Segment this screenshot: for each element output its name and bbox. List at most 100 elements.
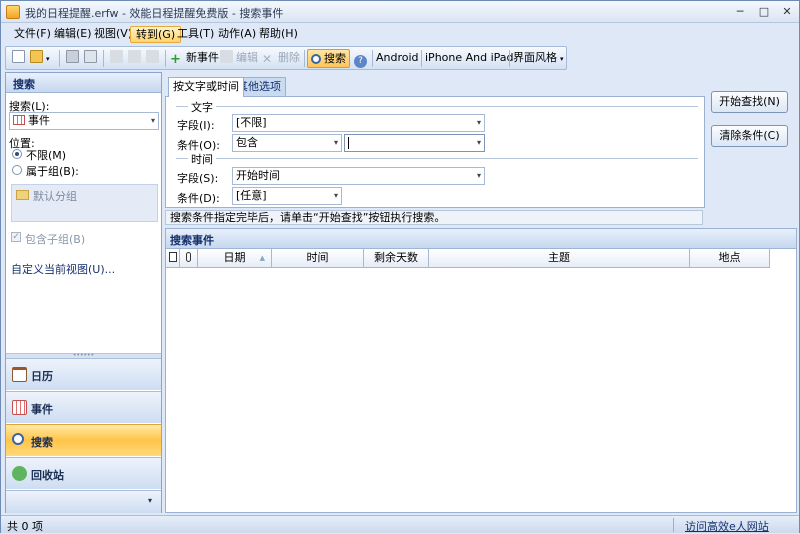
condition-text-input[interactable]: ▾ [344, 134, 485, 152]
minimize-button[interactable]: ─ [729, 4, 751, 20]
include-subgroup-label: 包含子组(B) [25, 233, 86, 246]
website-link[interactable]: 访问高效e人网站 [685, 518, 769, 534]
menu-help[interactable]: 帮助(H) [254, 26, 303, 43]
left-panel: 搜索 搜索(L): 事件 ▾ 位置: 不限(M) 属于组(B): 默认分组 ✓ 包… [5, 72, 162, 513]
toolbar-separator [421, 50, 422, 67]
document-icon [168, 252, 177, 262]
search-button[interactable]: 搜索 [307, 49, 350, 68]
print-button[interactable] [66, 49, 82, 68]
delete-button[interactable]: ✕ 删除 [262, 49, 300, 68]
calendar-icon [12, 367, 27, 382]
custom-view-link[interactable]: 自定义当前视图(U)... [11, 261, 115, 277]
column-date[interactable]: 日期 ▲ [198, 249, 272, 268]
pencil-icon [220, 50, 233, 63]
clear-criteria-button[interactable]: 清除条件(C) [711, 125, 788, 147]
column-attachment[interactable] [180, 249, 198, 268]
close-button[interactable]: ✕ [776, 4, 798, 20]
column-subject[interactable]: 主题 [429, 249, 690, 268]
field-select[interactable]: [不限] ▾ [232, 114, 485, 132]
help-button[interactable]: ? [354, 49, 370, 68]
sort-ascending-icon: ▲ [259, 254, 265, 262]
chevron-down-icon: ▾ [560, 55, 564, 63]
preview-icon [84, 50, 97, 63]
column-type-icon[interactable] [166, 249, 180, 268]
toolbar-separator [165, 50, 166, 67]
text-cursor [348, 137, 349, 149]
app-icon [6, 5, 20, 19]
results-title: 搜索事件 [166, 229, 796, 249]
folder-icon [16, 190, 29, 200]
radio-unlimited[interactable] [12, 149, 22, 159]
search-area: 按文字或时间 其他选项 文字 字段(I): [不限] ▾ 条件(O): 包含 ▾ ▾… [165, 72, 797, 513]
nav-recycle-bin[interactable]: 回收站 [6, 457, 161, 489]
item-count: 共 0 项 [7, 520, 43, 533]
radio-group[interactable] [12, 165, 22, 175]
printer-icon [66, 50, 79, 63]
grid-icon [13, 115, 25, 125]
time-section-title: 时间 [188, 151, 216, 167]
toolbar-separator [372, 50, 373, 67]
print-preview-button[interactable] [84, 49, 100, 68]
condition-select[interactable]: 包含 ▾ [232, 134, 342, 152]
left-panel-title: 搜索 [6, 73, 161, 93]
paste-button[interactable] [146, 49, 162, 68]
include-subgroup-checkbox[interactable]: ✓ [11, 232, 21, 242]
toolbar-separator [509, 50, 510, 67]
column-location[interactable]: 地点 [690, 249, 770, 268]
cut-button[interactable] [110, 49, 126, 68]
search-hint: 搜索条件指定完毕后，请单击“开始查找”按钮执行搜索。 [165, 210, 703, 225]
status-divider [673, 518, 674, 532]
nav-calendar[interactable]: 日历 [6, 358, 161, 390]
copy-button[interactable] [128, 49, 144, 68]
radio-unlimited-label: 不限(M) [26, 149, 67, 162]
group-list[interactable]: 默认分组 [11, 184, 158, 222]
toolbar-separator [103, 50, 104, 67]
scissors-icon [110, 50, 123, 63]
nav-events[interactable]: 事件 [6, 391, 161, 423]
time-condition-select[interactable]: [任意] ▾ [232, 187, 342, 205]
copy-icon [128, 50, 141, 63]
nav-configure[interactable]: ▾ [6, 490, 161, 513]
event-grid-icon [12, 400, 27, 415]
divider [176, 106, 698, 107]
magnifier-icon [12, 433, 24, 445]
chevron-down-icon: ▾ [476, 138, 481, 147]
plus-icon: + [170, 52, 181, 67]
toolbar-separator [59, 50, 60, 67]
time-field-label: 字段(S): [177, 172, 219, 185]
time-field-select[interactable]: 开始时间 ▾ [232, 167, 485, 185]
menu-bar: 文件(F) 编辑(E) 视图(V) 转到(G) 工具(T) 动作(A) 帮助(H… [1, 24, 799, 44]
theme-dropdown[interactable]: 界面风格 ▾ [513, 49, 564, 68]
tab-text-or-time[interactable]: 按文字或时间 [168, 77, 244, 97]
help-icon: ? [354, 55, 367, 68]
search-criteria-panel: 文字 字段(I): [不限] ▾ 条件(O): 包含 ▾ ▾ 时间 字段(S): 开… [165, 96, 705, 208]
chevron-down-icon: ▾ [476, 118, 481, 127]
delete-icon: ✕ [262, 52, 273, 66]
chevron-down-icon: ▾ [333, 191, 338, 200]
search-type-select[interactable]: 事件 ▾ [9, 112, 159, 130]
time-condition-label: 条件(D): [177, 192, 220, 205]
results-panel: 搜索事件 日期 ▲ 时间 剩余天数 主题 地点 [165, 228, 797, 513]
status-bar: 共 0 项 访问高效e人网站 [1, 515, 799, 533]
default-group-item: 默认分组 [33, 190, 77, 203]
chevron-down-icon: ▾ [476, 171, 481, 180]
column-time[interactable]: 时间 [272, 249, 364, 268]
edit-button[interactable]: 编辑 [220, 49, 258, 68]
chevron-down-icon: ▾ [333, 138, 338, 147]
new-event-button[interactable]: + 新事件 [170, 49, 219, 68]
start-search-button[interactable]: 开始查找(N) [711, 91, 788, 113]
open-folder-icon [30, 50, 43, 63]
iphone-ipad-button[interactable]: iPhone And iPad [425, 49, 514, 68]
main-toolbar: ▾ + 新事件 编辑 ✕ 删除 搜索 ? Android iPhone And iP… [5, 46, 567, 70]
maximize-button[interactable]: □ [753, 4, 775, 20]
open-file-button[interactable]: ▾ [30, 49, 50, 68]
android-button[interactable]: Android [376, 49, 419, 68]
nav-search[interactable]: 搜索 [6, 424, 161, 456]
column-days-left[interactable]: 剩余天数 [364, 249, 429, 268]
new-file-button[interactable] [12, 49, 28, 68]
field-label: 字段(I): [177, 119, 215, 132]
recycle-icon [12, 466, 27, 481]
text-section-title: 文字 [188, 99, 216, 115]
magnifier-icon [311, 54, 321, 64]
title-bar: 我的日程提醒.erfw - 效能日程提醒免费版 - 搜索事件 ─ □ ✕ [1, 1, 799, 23]
